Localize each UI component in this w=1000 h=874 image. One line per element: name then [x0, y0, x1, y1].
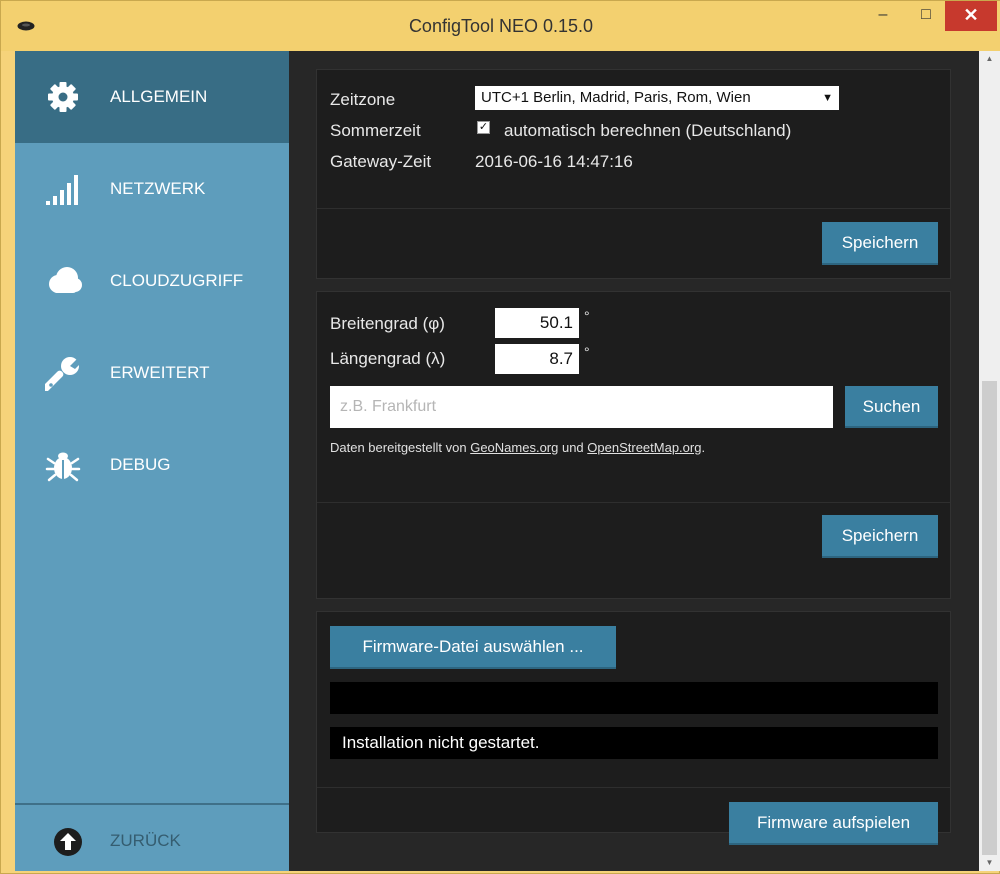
- back-button[interactable]: ZURÜCK: [15, 805, 289, 871]
- close-button[interactable]: ✕: [945, 1, 997, 31]
- panel-divider: [317, 208, 950, 209]
- cloud-icon: [49, 267, 82, 293]
- credit-middle: und: [558, 440, 588, 455]
- sidebar-item-allgemein[interactable]: ALLGEMEIN: [15, 51, 289, 143]
- installation-status: Installation nicht gestartet.: [330, 727, 938, 759]
- minimize-button[interactable]: –: [863, 1, 903, 31]
- longitude-unit: °: [584, 344, 590, 360]
- wrench-icon: [45, 357, 81, 391]
- sidebar: ALLGEMEIN NETZWERK CLOUDZUGRIFF ERWEITER…: [15, 51, 289, 871]
- sidebar-item-netzwerk[interactable]: NETZWERK: [15, 143, 289, 235]
- panel-divider: [317, 787, 950, 788]
- dst-label: Sommerzeit: [330, 121, 421, 140]
- title-bar[interactable]: ConfigTool NEO 0.15.0 – □ ✕: [1, 1, 1000, 51]
- main-content[interactable]: Zeitzone UTC+1 Berlin, Madrid, Paris, Ro…: [289, 51, 979, 871]
- firmware-file-field: [330, 682, 938, 714]
- scroll-up-icon[interactable]: ▲: [979, 51, 1000, 67]
- scroll-down-icon[interactable]: ▼: [979, 855, 1000, 871]
- dst-option-label: automatisch berechnen (Deutschland): [504, 121, 792, 140]
- install-firmware-button[interactable]: Firmware aufspielen: [729, 802, 938, 845]
- firmware-panel: Firmware-Datei auswählen ... Installatio…: [316, 611, 951, 845]
- latitude-input[interactable]: 50.1: [495, 308, 579, 338]
- timezone-label: Zeitzone: [330, 90, 396, 109]
- sidebar-item-label: DEBUG: [110, 455, 171, 474]
- panel-divider: [317, 502, 950, 503]
- timezone-selected-value: UTC+1 Berlin, Madrid, Paris, Rom, Wien: [481, 89, 751, 106]
- timezone-select[interactable]: UTC+1 Berlin, Madrid, Paris, Rom, Wien ▼: [475, 86, 839, 110]
- longitude-input[interactable]: 8.7: [495, 344, 579, 374]
- maximize-button[interactable]: □: [906, 1, 946, 31]
- credit-prefix: Daten bereitgestellt von: [330, 440, 471, 455]
- sidebar-item-label: ALLGEMEIN: [110, 87, 208, 106]
- client-area: ALLGEMEIN NETZWERK CLOUDZUGRIFF ERWEITER…: [15, 51, 1000, 871]
- sidebar-item-label: CLOUDZUGRIFF: [110, 271, 244, 290]
- latitude-unit: °: [584, 308, 590, 324]
- credit-suffix: .: [701, 440, 706, 455]
- latitude-label: Breitengrad (φ): [330, 314, 445, 333]
- signal-bars-icon: [46, 175, 78, 205]
- scroll-thumb[interactable]: [982, 381, 997, 855]
- save-location-button[interactable]: Speichern: [822, 515, 938, 558]
- window-title: ConfigTool NEO 0.15.0: [408, 16, 594, 36]
- location-settings-panel: Breitengrad (φ) 50.1 ° Längengrad (λ) 8.…: [316, 291, 951, 599]
- gateway-time-value: 2016-06-16 14:47:16: [475, 152, 633, 171]
- data-credit: Daten bereitgestellt von GeoNames.org un…: [330, 440, 705, 455]
- sidebar-item-label: ERWEITERT: [110, 363, 210, 382]
- gateway-time-label: Gateway-Zeit: [330, 152, 432, 171]
- sidebar-item-debug[interactable]: DEBUG: [15, 419, 289, 511]
- sidebar-item-cloudzugriff[interactable]: CLOUDZUGRIFF: [15, 235, 289, 327]
- sidebar-item-erweitert[interactable]: ERWEITERT: [15, 327, 289, 419]
- dropdown-arrow-icon: ▼: [822, 92, 833, 104]
- gear-icon: [48, 82, 78, 112]
- app-window: ConfigTool NEO 0.15.0 – □ ✕ ALLGEMEIN NE…: [0, 0, 1000, 874]
- dst-checkbox[interactable]: ✓: [477, 121, 490, 134]
- vertical-scrollbar[interactable]: ▲ ▼: [979, 51, 1000, 871]
- openstreetmap-link[interactable]: OpenStreetMap.org: [587, 440, 701, 455]
- location-search-input[interactable]: [330, 386, 833, 428]
- back-label: ZURÜCK: [110, 831, 181, 850]
- geonames-link[interactable]: GeoNames.org: [470, 440, 558, 455]
- arrow-up-circle-icon: [54, 828, 82, 856]
- bug-icon: [45, 452, 81, 482]
- time-settings-panel: Zeitzone UTC+1 Berlin, Madrid, Paris, Ro…: [316, 69, 951, 279]
- sidebar-item-label: NETZWERK: [110, 179, 206, 198]
- longitude-label: Längengrad (λ): [330, 349, 446, 368]
- search-button[interactable]: Suchen: [845, 386, 938, 428]
- select-firmware-file-button[interactable]: Firmware-Datei auswählen ...: [330, 626, 616, 669]
- save-time-button[interactable]: Speichern: [822, 222, 938, 265]
